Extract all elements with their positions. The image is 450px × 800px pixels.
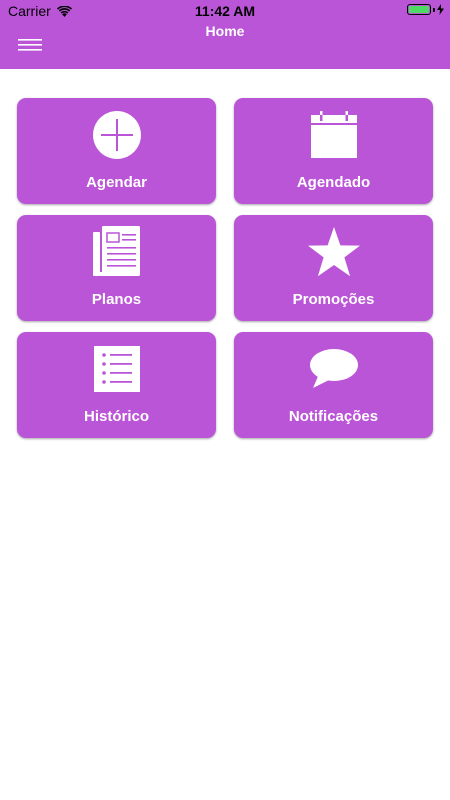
tile-label: Notificações xyxy=(288,408,379,425)
tile-agendar[interactable]: Agendar xyxy=(17,98,216,204)
app-screen: Carrier 11:42 AM Home Agendar Agendado P… xyxy=(0,0,450,800)
tile-label: Promoções xyxy=(292,291,375,308)
charging-bolt-icon xyxy=(437,4,444,15)
page-title: Home xyxy=(205,23,245,39)
tile-label: Agendar xyxy=(86,174,147,191)
battery-indicator xyxy=(407,4,444,15)
status-bar: Carrier 11:42 AM xyxy=(0,0,450,22)
header-bar: Carrier 11:42 AM Home xyxy=(0,0,450,69)
hamburger-menu-icon xyxy=(18,39,42,51)
list-icon xyxy=(93,346,140,392)
chat-bubble-icon xyxy=(309,349,358,388)
calendar-icon xyxy=(310,111,357,158)
tile-promocoes[interactable]: Promoções xyxy=(234,215,433,321)
document-icon xyxy=(92,226,140,276)
battery-icon xyxy=(407,4,431,15)
tile-label: Agendado xyxy=(296,174,371,191)
tile-label: Histórico xyxy=(83,408,149,425)
battery-tip xyxy=(433,7,435,12)
menu-button[interactable] xyxy=(16,36,44,56)
tile-label: Planos xyxy=(91,291,142,308)
tile-agendado[interactable]: Agendado xyxy=(234,98,433,204)
plus-circle-icon xyxy=(92,111,141,159)
tile-notificacoes[interactable]: Notificações xyxy=(234,332,433,438)
status-time: 11:42 AM xyxy=(194,3,256,19)
tile-planos[interactable]: Planos xyxy=(17,215,216,321)
star-icon xyxy=(307,227,360,277)
tile-historico[interactable]: Histórico xyxy=(17,332,216,438)
battery-level-fill xyxy=(409,6,429,13)
